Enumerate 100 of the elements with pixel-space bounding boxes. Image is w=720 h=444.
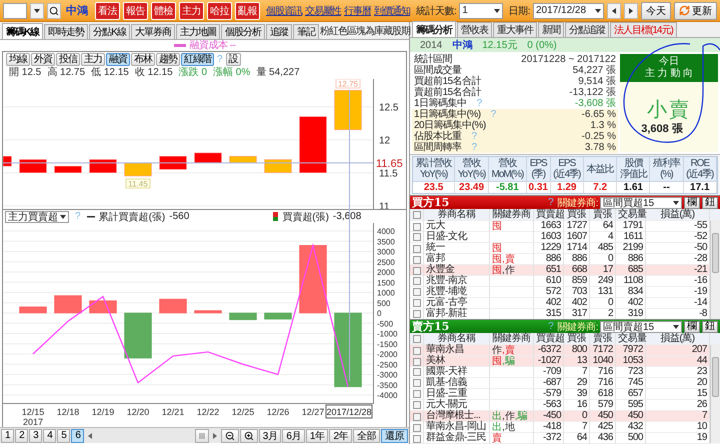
right-arrow-icon[interactable] xyxy=(212,432,217,438)
page-button[interactable]: 4 xyxy=(43,428,56,442)
broker-row[interactable]: 富邦 囤,賣 886 886 0 886 -28 xyxy=(410,254,710,265)
broker-row[interactable]: 國票-天祥 -709 7 716 723 23 xyxy=(410,367,710,378)
checkbox[interactable] xyxy=(412,288,420,296)
checkbox[interactable] xyxy=(412,424,420,432)
checkbox[interactable] xyxy=(412,211,420,219)
range-button[interactable]: 全部 xyxy=(353,428,380,442)
symbol-field[interactable] xyxy=(3,2,27,18)
view-tab[interactable]: 分點K線 xyxy=(89,24,130,39)
panel-button[interactable]: 欄 xyxy=(684,320,700,332)
checkbox[interactable] xyxy=(412,412,420,420)
checkbox[interactable] xyxy=(412,277,420,285)
range-button[interactable]: 還原 xyxy=(381,428,408,442)
date-field[interactable]: 2017/12/28 xyxy=(532,2,604,18)
checkbox[interactable] xyxy=(412,222,420,230)
previous-button[interactable] xyxy=(607,2,621,18)
action-button[interactable]: 報告 xyxy=(123,2,148,20)
filter-select[interactable]: 區間買超15 xyxy=(600,196,682,208)
scrollbar[interactable] xyxy=(710,221,720,319)
indicator-select[interactable]: 主力買賣超 xyxy=(5,210,69,222)
view-tab[interactable]: 大單券商 xyxy=(130,24,175,39)
page-button[interactable]: 3 xyxy=(29,428,42,442)
checkbox[interactable] xyxy=(412,335,420,343)
analysis-tab[interactable]: 法人目標(14元) xyxy=(610,22,677,37)
view-tab[interactable]: 個股分析 xyxy=(220,24,265,39)
days-select[interactable]: 1 xyxy=(459,2,503,18)
range-button[interactable]: 3月 xyxy=(258,428,282,442)
zoom-out-button[interactable] xyxy=(220,428,239,442)
indicator-button[interactable]: 主力 xyxy=(81,53,105,66)
analysis-tab[interactable]: 分點追蹤 xyxy=(565,22,609,37)
indicator-button[interactable]: 均線 xyxy=(6,53,30,66)
page-button[interactable]: 6 xyxy=(71,428,84,442)
broker-row[interactable]: 華南永昌-岡山 出,地 -418 7 425 432 10 xyxy=(410,422,710,433)
range-button[interactable]: 6月 xyxy=(282,428,305,442)
panel-button[interactable]: 鈕 xyxy=(702,196,718,208)
broker-row[interactable]: 元大-關元 -563 16 579 595 26 xyxy=(410,400,710,411)
indicator-button[interactable]: 融資 xyxy=(106,53,130,66)
range-button[interactable]: 2年 xyxy=(329,428,352,442)
analysis-tab[interactable]: 重大事件 xyxy=(493,22,537,37)
today-button[interactable]: 今天 xyxy=(641,2,671,20)
checkbox[interactable] xyxy=(412,346,420,354)
checkbox[interactable] xyxy=(412,244,420,252)
broker-row[interactable]: 群益金鼎-三民 賣 -372 64 436 500 19 xyxy=(410,433,710,444)
range-button[interactable]: 1年 xyxy=(306,428,328,442)
view-tab[interactable]: 籌碼K線 xyxy=(2,23,44,39)
broker-row[interactable]: 永豐金 囤,作 651 668 17 685 -21 xyxy=(410,265,710,276)
left-arrow-icon[interactable] xyxy=(88,432,92,438)
broker-row[interactable]: 台灣摩根士... 出,作,騙 -450 0 450 450 7 xyxy=(410,411,710,422)
indicator-button[interactable]: 紅綠階 xyxy=(181,53,214,66)
panel-button[interactable]: 欄 xyxy=(684,196,700,208)
broker-row[interactable]: 日盛-文化 1603 1607 4 1611 -52 xyxy=(410,232,710,243)
broker-row[interactable]: 美林 囤,騙 -1027 13 1040 1053 44 xyxy=(410,356,710,367)
scrollbar[interactable] xyxy=(710,345,720,443)
filter-select[interactable]: 區間賣超15 xyxy=(600,320,682,332)
broker-row[interactable]: 日盛-三重 -579 39 618 657 15 xyxy=(410,389,710,400)
action-button[interactable]: 亂報 xyxy=(235,2,260,20)
view-tab[interactable]: 即時走勢 xyxy=(44,24,88,39)
checkbox[interactable] xyxy=(412,358,420,366)
broker-row[interactable]: 兆豐-埔墘 572 703 131 834 -19 xyxy=(410,287,710,298)
checkbox[interactable] xyxy=(412,379,420,387)
broker-row[interactable]: 元富-古亭 402 402 0 402 -14 xyxy=(410,298,710,309)
broker-row[interactable]: 凱基-信義 -687 29 716 745 20 xyxy=(410,378,710,389)
checkbox[interactable] xyxy=(412,256,420,264)
settings-button[interactable]: 設 xyxy=(226,53,241,66)
analysis-tab[interactable]: 新聞 xyxy=(538,22,564,37)
broker-row[interactable]: 富邦-新莊 315 317 2 319 -8 xyxy=(410,309,710,320)
analysis-tab[interactable]: 籌碼分析 xyxy=(412,21,456,37)
action-button[interactable]: 看法 xyxy=(95,2,120,20)
checkbox[interactable] xyxy=(412,266,420,274)
scroll-handle[interactable] xyxy=(194,428,209,442)
broker-row[interactable]: 統一 囤 1229 1714 485 2199 -50 xyxy=(410,243,710,254)
view-tab[interactable]: 追蹤 xyxy=(266,24,292,39)
broker-row[interactable]: 兆豐-南京 610 859 249 1108 -16 xyxy=(410,276,710,287)
zoom-in-button[interactable] xyxy=(240,428,258,442)
broker-row[interactable]: 華南永昌 作,賣 -6372 800 7172 7972 207 xyxy=(410,345,710,356)
view-tab[interactable]: 筆記 xyxy=(292,24,319,39)
action-button[interactable]: 主力 xyxy=(179,2,204,20)
checkbox[interactable] xyxy=(412,390,420,398)
checkbox[interactable] xyxy=(412,434,420,442)
dropdown-button[interactable] xyxy=(30,2,44,18)
action-button[interactable]: 哈拉 xyxy=(207,2,232,20)
next-button[interactable] xyxy=(624,2,638,18)
search-button[interactable] xyxy=(47,2,61,18)
top-link[interactable]: 交易屬性 xyxy=(305,4,341,18)
top-link[interactable]: 到價通知 xyxy=(374,4,410,18)
checkbox[interactable] xyxy=(412,310,420,318)
checkbox[interactable] xyxy=(412,401,420,409)
broker-row[interactable]: 元大 囤 1663 1727 64 1791 -55 xyxy=(410,221,710,232)
checkbox[interactable] xyxy=(412,233,420,241)
checkbox[interactable] xyxy=(412,299,420,307)
checkbox[interactable] xyxy=(412,368,420,376)
indicator-button[interactable]: 布林 xyxy=(131,53,155,66)
action-button[interactable]: 體檢 xyxy=(151,2,176,20)
page-button[interactable]: 5 xyxy=(57,428,70,442)
panel-button[interactable]: 鈕 xyxy=(702,320,718,332)
indicator-button[interactable]: 投信 xyxy=(56,53,80,66)
indicator-button[interactable]: 外資 xyxy=(31,53,55,66)
refresh-button[interactable]: 更新 xyxy=(674,2,717,20)
page-button[interactable]: 2 xyxy=(15,428,28,442)
